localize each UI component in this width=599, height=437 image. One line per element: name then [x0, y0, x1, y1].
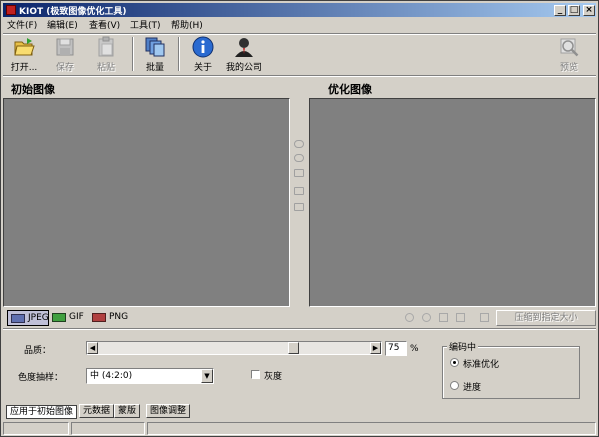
encoding-group-title: 编码中: [447, 340, 479, 353]
menu-tools[interactable]: 工具(T): [130, 18, 161, 31]
compress-to-size-button[interactable]: 压缩到指定大小: [496, 310, 596, 326]
close-button[interactable]: ×: [583, 5, 595, 16]
batch-label: 批量: [145, 63, 164, 73]
settings-divider: [3, 328, 596, 330]
magnifier-icon: [560, 38, 579, 57]
slider-left-arrow[interactable]: ◀: [87, 342, 98, 354]
floppy-disk-icon: [56, 38, 74, 56]
progressive-label: 进度: [463, 383, 482, 393]
batch-files-icon: [145, 37, 165, 57]
chroma-subsampling-value: 中 (4:2:0): [90, 371, 133, 381]
info-icon: [192, 36, 214, 58]
original-image-pane[interactable]: [3, 98, 290, 307]
png-format-icon: [92, 313, 106, 322]
flip-horizontal-icon[interactable]: [439, 313, 448, 322]
quality-unit: %: [410, 344, 419, 354]
tab-image-adjust[interactable]: 图像调整: [146, 404, 191, 418]
menu-file[interactable]: 文件(F): [7, 18, 37, 31]
paste-button[interactable]: 粘贴: [86, 35, 126, 73]
chroma-subsampling-label: 色度抽样：: [18, 373, 64, 383]
original-image-label: 初始图像: [11, 83, 55, 96]
rotate-right-icon[interactable]: [422, 313, 431, 322]
company-button[interactable]: 我的公司: [224, 35, 264, 73]
title-bar[interactable]: KIOT (极致图像优化工具) _ □ ×: [3, 3, 596, 17]
zoom-in-icon[interactable]: [294, 140, 304, 148]
optimized-image-label: 优化图像: [328, 83, 372, 96]
user-icon: [235, 38, 253, 57]
chroma-subsampling-select[interactable]: 中 (4:2:0) ▼: [86, 368, 214, 384]
optimized-image-pane[interactable]: [309, 98, 596, 307]
minimize-button[interactable]: _: [554, 5, 566, 16]
status-cell-1: [3, 422, 69, 435]
tab-png-label: PNG: [109, 312, 129, 322]
preview-label: 预览: [559, 63, 578, 73]
tab-metadata[interactable]: 元数据: [79, 404, 115, 418]
open-button[interactable]: 打开...: [4, 35, 44, 73]
rotate-left-icon[interactable]: [405, 313, 414, 322]
actual-size-icon[interactable]: [294, 169, 304, 177]
progressive-radio[interactable]: [450, 381, 459, 390]
standard-optimization-label: 标准优化: [463, 360, 500, 370]
grayscale-checkbox[interactable]: [251, 370, 260, 379]
jpeg-format-icon: [11, 314, 25, 323]
toolbar-divider: [3, 75, 596, 77]
menu-view[interactable]: 查看(V): [89, 18, 120, 31]
company-label: 我的公司: [225, 63, 262, 73]
save-button[interactable]: 保存: [45, 35, 85, 73]
menu-edit[interactable]: 编辑(E): [47, 18, 78, 31]
menu-bar: 文件(F) 编辑(E) 查看(V) 工具(T) 帮助(H): [3, 17, 596, 33]
tab-png[interactable]: PNG: [89, 310, 131, 326]
grayscale-label: 灰度: [264, 372, 283, 382]
maximize-button[interactable]: □: [568, 5, 580, 16]
app-logo-icon: [6, 5, 16, 15]
slider-thumb[interactable]: [288, 342, 299, 354]
tab-apply-to-original[interactable]: 应用于初始图像: [6, 405, 78, 419]
clipboard-icon: [98, 36, 114, 57]
tab-gif-label: GIF: [69, 312, 84, 322]
tab-mask[interactable]: 蒙版: [114, 404, 141, 418]
window-title: KIOT (极致图像优化工具): [19, 7, 127, 17]
format-tab-row: JPEG GIF PNG 压缩到指定大小: [3, 309, 596, 327]
quality-input[interactable]: 75: [385, 341, 407, 356]
tab-jpeg-label: JPEG: [28, 313, 49, 323]
paste-label: 粘贴: [96, 63, 115, 73]
compare-view-icon[interactable]: [294, 203, 304, 211]
quality-label: 品质：: [24, 346, 52, 356]
crop-icon[interactable]: [480, 313, 489, 322]
about-button[interactable]: 关于: [183, 35, 223, 73]
quality-slider[interactable]: ◀ ▶: [86, 341, 382, 355]
encoding-group: 编码中 标准优化 进度: [442, 340, 580, 399]
flip-vertical-icon[interactable]: [456, 313, 465, 322]
batch-button[interactable]: 批量: [135, 35, 175, 73]
status-cell-3: [147, 422, 596, 435]
tab-gif[interactable]: GIF: [49, 310, 87, 326]
slider-right-arrow[interactable]: ▶: [370, 342, 381, 354]
fit-window-icon[interactable]: [294, 187, 304, 195]
chevron-down-icon[interactable]: ▼: [201, 369, 213, 383]
folder-open-icon: [14, 38, 35, 56]
status-cell-2: [71, 422, 145, 435]
preview-button[interactable]: 预览: [549, 35, 589, 73]
standard-optimization-radio[interactable]: [450, 358, 459, 367]
app-window: KIOT (极致图像优化工具) _ □ × 文件(F) 编辑(E) 查看(V) …: [0, 0, 599, 437]
menu-help[interactable]: 帮助(H): [171, 18, 203, 31]
zoom-out-icon[interactable]: [294, 154, 304, 162]
gif-format-icon: [52, 313, 66, 322]
tab-jpeg[interactable]: JPEG: [7, 310, 49, 326]
